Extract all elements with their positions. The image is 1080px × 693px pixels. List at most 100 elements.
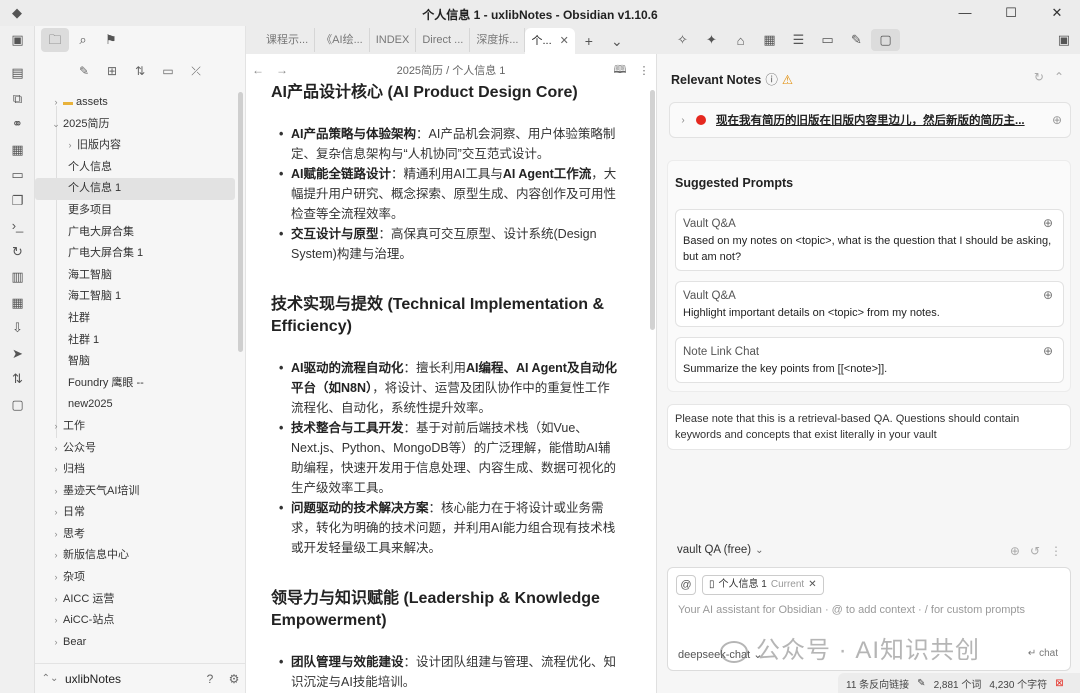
- chevron-right-icon[interactable]: ›: [49, 481, 63, 503]
- chevron-right-icon[interactable]: ›: [49, 567, 63, 589]
- more-icon[interactable]: ⋮: [1050, 544, 1062, 558]
- edit-icon[interactable]: ✎: [842, 32, 871, 48]
- tree-folder-item[interactable]: › AiCC-站点: [35, 610, 235, 632]
- tree-file-item[interactable]: 广电大屏合集: [35, 222, 235, 244]
- tree-file-item[interactable]: 更多项目: [35, 200, 235, 222]
- chevron-right-icon[interactable]: ›: [49, 92, 63, 114]
- add-to-context-icon[interactable]: ⊕: [1044, 113, 1070, 127]
- sync-error-icon[interactable]: ⊠: [1055, 678, 1063, 689]
- history-icon[interactable]: ↺: [1030, 544, 1040, 558]
- chevron-right-icon[interactable]: ›: [49, 502, 63, 524]
- tree-file-item[interactable]: 海工智脑: [35, 265, 235, 287]
- file-explorer-icon[interactable]: ▤: [0, 60, 35, 86]
- relevant-note-link[interactable]: 现在我有简历的旧版在旧版内容里边儿，然后新版的简历主...: [716, 112, 1044, 128]
- prompt-card[interactable]: Note Link Chat Summarize the key points …: [675, 337, 1064, 383]
- tree-folder-item[interactable]: ⌄ 2025简历: [35, 114, 235, 136]
- chevron-right-icon[interactable]: ›: [49, 589, 63, 611]
- context-chip[interactable]: ▯ 个人信息 1 Current ✕: [702, 575, 824, 595]
- warning-icon[interactable]: ⚠: [782, 73, 793, 87]
- tree-file-item[interactable]: 个人信息 1: [35, 178, 235, 200]
- tab-deep-dive[interactable]: 深度拆...: [470, 28, 526, 52]
- tree-folder-item[interactable]: › 公众号: [35, 438, 235, 460]
- sort-order-icon[interactable]: ⇅: [128, 64, 152, 78]
- graph-view-icon[interactable]: ⚭: [0, 111, 35, 137]
- tree-folder-item[interactable]: › 墨迹天气AI培训: [35, 481, 235, 503]
- close-window-button[interactable]: ✕: [1034, 0, 1080, 26]
- chevron-down-icon[interactable]: ⌄: [755, 545, 763, 556]
- new-note-icon[interactable]: ✎: [72, 64, 96, 78]
- toggle-right-sidebar-icon[interactable]: ▣: [1058, 32, 1070, 48]
- vault-switcher[interactable]: ⌃⌄ uxlibNotes ? ⚙: [35, 663, 246, 693]
- chat-mode-label[interactable]: vault QA (free): [677, 544, 751, 556]
- collapse-chevron-icon[interactable]: ⌃: [1054, 70, 1064, 84]
- close-tab-icon[interactable]: ✕: [560, 35, 569, 47]
- tree-folder-item[interactable]: › ▬ assets: [35, 92, 235, 114]
- chevron-down-icon[interactable]: ⌄: [49, 114, 63, 136]
- tree-folder-item[interactable]: › 新版信息中心: [35, 545, 235, 567]
- editor-scrollbar[interactable]: [650, 90, 655, 330]
- sync-icon[interactable]: ↻: [0, 239, 35, 265]
- maximize-button[interactable]: ☐: [988, 0, 1034, 26]
- more-options-icon[interactable]: ⋮: [632, 64, 656, 77]
- expand-chevron-icon[interactable]: ›: [670, 115, 696, 126]
- bookmark-icon[interactable]: ⚑: [97, 28, 125, 52]
- tree-file-item[interactable]: new2025: [35, 394, 235, 416]
- note-content[interactable]: AI产品设计核心 (AI Product Design Core) AI产品策略与…: [271, 82, 621, 692]
- tree-file-item[interactable]: 个人信息: [35, 157, 235, 179]
- sort-icon[interactable]: ⇅: [0, 366, 35, 392]
- send-button[interactable]: ↵ chat: [1028, 648, 1058, 659]
- new-folder-icon[interactable]: ⊞: [100, 64, 124, 78]
- chevron-right-icon[interactable]: ›: [49, 632, 63, 652]
- chevron-right-icon[interactable]: ›: [49, 524, 63, 546]
- minimize-button[interactable]: —: [942, 0, 988, 26]
- tree-folder-item[interactable]: › 归档: [35, 459, 235, 481]
- chevron-right-icon[interactable]: ›: [49, 545, 63, 567]
- tree-folder-item[interactable]: › 思考: [35, 524, 235, 546]
- send-icon[interactable]: ➤: [0, 341, 35, 367]
- tags-icon[interactable]: ⌂: [726, 33, 755, 48]
- back-arrow-icon[interactable]: ←: [246, 63, 270, 77]
- chat-input-placeholder[interactable]: Your AI assistant for Obsidian · @ to ad…: [678, 604, 1025, 616]
- tree-file-item[interactable]: 广电大屏合集 1: [35, 243, 235, 265]
- calendar-grid-icon[interactable]: ▦: [755, 32, 784, 48]
- table-icon[interactable]: ▥: [0, 264, 35, 290]
- import-icon[interactable]: ⇩: [0, 315, 35, 341]
- chevron-right-icon[interactable]: ›: [49, 438, 63, 460]
- relevant-note-item[interactable]: › 现在我有简历的旧版在旧版内容里边儿，然后新版的简历主... ⊕: [669, 102, 1071, 138]
- tree-file-item[interactable]: 智脑: [35, 351, 235, 373]
- tree-folder-item[interactable]: › Bear: [35, 632, 235, 652]
- tree-folder-item[interactable]: › 工作: [35, 416, 235, 438]
- prompt-card[interactable]: Vault Q&A Highlight important details on…: [675, 281, 1064, 327]
- settings-gear-icon[interactable]: ⚙: [222, 672, 246, 686]
- add-prompt-icon[interactable]: ⊕: [1043, 216, 1053, 230]
- toggle-sidebar-icon[interactable]: ▣: [0, 26, 35, 54]
- archive-icon[interactable]: ▭: [813, 32, 842, 48]
- tree-file-item[interactable]: Foundry 鹰眼 --: [35, 373, 235, 395]
- sidebar-scrollbar[interactable]: [238, 92, 243, 352]
- copilot-chat-icon[interactable]: ▢: [871, 29, 900, 51]
- quick-switcher-icon[interactable]: ⧉: [0, 86, 35, 112]
- new-chat-icon[interactable]: ⊕: [1010, 544, 1020, 558]
- add-prompt-icon[interactable]: ⊕: [1043, 288, 1053, 302]
- tree-folder-item[interactable]: › AICC 运营: [35, 589, 235, 611]
- tree-file-item[interactable]: 社群 1: [35, 330, 235, 352]
- new-tab-button[interactable]: +: [575, 28, 603, 54]
- tree-folder-item[interactable]: › 旧版内容: [35, 135, 235, 157]
- tree-folder-item[interactable]: › 日常: [35, 502, 235, 524]
- remove-context-icon[interactable]: ✕: [808, 576, 816, 594]
- auto-reveal-icon[interactable]: ▭: [156, 64, 180, 78]
- tab-list-chevron-icon[interactable]: ⌄: [603, 28, 631, 54]
- tree-file-item[interactable]: 海工智脑 1: [35, 286, 235, 308]
- edit-pencil-icon[interactable]: ✎: [917, 678, 925, 689]
- vault-switcher-chevron-icon[interactable]: ⌃⌄: [35, 673, 65, 684]
- folder-icon[interactable]: 🗀: [41, 28, 69, 52]
- help-circle-icon[interactable]: ⓘ: [765, 73, 778, 87]
- help-icon[interactable]: ?: [198, 672, 222, 686]
- tab-index[interactable]: INDEX: [370, 28, 417, 52]
- forward-arrow-icon[interactable]: →: [270, 63, 294, 77]
- chevron-right-icon[interactable]: ›: [63, 135, 77, 157]
- chevron-right-icon[interactable]: ›: [49, 610, 63, 632]
- chevron-right-icon[interactable]: ›: [49, 459, 63, 481]
- add-prompt-icon[interactable]: ⊕: [1043, 344, 1053, 358]
- ai-link-icon[interactable]: ✦: [697, 32, 726, 48]
